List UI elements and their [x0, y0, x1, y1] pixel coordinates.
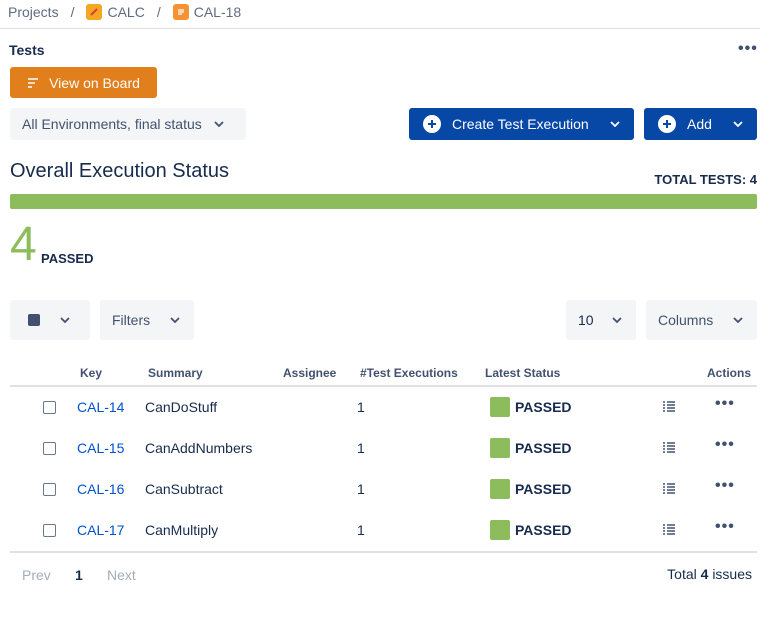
chevron-down-icon — [214, 121, 224, 127]
chevron-down-icon — [733, 121, 743, 127]
test-plan-issue-icon — [172, 4, 189, 20]
chevron-down-icon — [170, 317, 180, 323]
test-executions-count: 1 — [357, 522, 365, 538]
issue-key-link[interactable]: CAL-14 — [77, 399, 124, 415]
breadcrumb: Projects / CALC / CAL-18 — [8, 0, 241, 24]
section-title: Tests — [9, 42, 45, 58]
latest-status: PASSED — [515, 481, 572, 497]
more-actions-icon[interactable]: ••• — [738, 40, 758, 58]
issue-summary: CanDoStuff — [145, 399, 218, 415]
row-more-actions-icon[interactable]: ••• — [715, 518, 735, 536]
total-issues-label: Total 4 issues — [667, 566, 752, 582]
chevron-down-icon — [733, 317, 743, 323]
passed-progress-fill — [10, 194, 757, 209]
breadcrumb-project-link[interactable]: CALC — [107, 4, 144, 20]
chevron-down-icon — [60, 317, 70, 323]
issue-key-link[interactable]: CAL-15 — [77, 440, 124, 456]
page-size-value: 10 — [578, 312, 594, 328]
add-label: Add — [687, 116, 712, 132]
column-header-actions: Actions — [707, 366, 752, 380]
total-issues-count: 4 — [700, 566, 709, 582]
breadcrumb-separator: / — [70, 4, 75, 20]
plus-circle-icon — [658, 115, 676, 133]
breadcrumb-projects-link[interactable]: Projects — [8, 4, 59, 20]
bulk-select-dropdown[interactable] — [10, 300, 90, 340]
column-header-assignee[interactable]: Assignee — [283, 366, 336, 380]
test-runs-list-icon[interactable] — [663, 483, 675, 494]
columns-dropdown[interactable]: Columns — [646, 300, 757, 340]
row-more-actions-icon[interactable]: ••• — [715, 477, 735, 495]
filters-dropdown[interactable]: Filters — [100, 300, 194, 340]
table-row: CAL-15 CanAddNumbers 1 PASSED ••• — [10, 428, 757, 469]
issue-summary: CanAddNumbers — [145, 440, 253, 456]
passed-label: PASSED — [41, 251, 94, 266]
issue-summary: CanSubtract — [145, 481, 223, 497]
pagination-next-button[interactable]: Next — [107, 567, 136, 583]
test-runs-list-icon[interactable] — [663, 524, 675, 535]
row-checkbox[interactable] — [43, 524, 56, 537]
total-issues-prefix: Total — [667, 566, 697, 582]
row-checkbox[interactable] — [43, 442, 56, 455]
test-executions-count: 1 — [357, 440, 365, 456]
columns-label: Columns — [658, 312, 714, 328]
execution-status-bar[interactable] — [10, 194, 757, 209]
environment-filter-label: All Environments, final status — [22, 116, 202, 132]
status-color-swatch — [490, 438, 510, 458]
column-header-key[interactable]: Key — [80, 366, 102, 380]
filters-label: Filters — [112, 312, 151, 328]
project-avatar-icon — [86, 4, 103, 20]
column-header-latest-status[interactable]: Latest Status — [485, 366, 560, 380]
chevron-down-icon — [610, 121, 620, 127]
column-header-test-executions[interactable]: #Test Executions — [360, 366, 458, 380]
breadcrumb-issue-link[interactable]: CAL-18 — [194, 4, 241, 20]
total-issues-suffix: issues — [712, 566, 752, 582]
issue-key-link[interactable]: CAL-17 — [77, 522, 124, 538]
issue-key-link[interactable]: CAL-16 — [77, 481, 124, 497]
latest-status: PASSED — [515, 440, 572, 456]
table-footer-divider — [10, 551, 757, 553]
overall-execution-status-title: Overall Execution Status — [10, 160, 229, 182]
view-on-board-label: View on Board — [49, 74, 140, 91]
status-color-swatch — [490, 520, 510, 540]
view-on-board-button[interactable]: View on Board — [10, 67, 157, 98]
page-size-select[interactable]: 10 — [566, 300, 636, 340]
latest-status: PASSED — [515, 522, 572, 538]
breadcrumb-separator: / — [156, 4, 161, 20]
passed-count: 4 — [10, 218, 37, 271]
test-executions-count: 1 — [357, 399, 365, 415]
status-color-swatch — [490, 397, 510, 417]
create-test-execution-label: Create Test Execution — [452, 116, 589, 132]
column-header-summary[interactable]: Summary — [148, 366, 203, 380]
issue-summary: CanMultiply — [145, 522, 219, 538]
checkbox-icon — [28, 314, 40, 326]
test-executions-count: 1 — [357, 481, 365, 497]
header-divider — [0, 28, 760, 29]
create-test-execution-button[interactable]: Create Test Execution — [409, 108, 634, 140]
status-color-swatch — [490, 479, 510, 499]
add-button[interactable]: Add — [644, 108, 757, 140]
table-row: CAL-16 CanSubtract 1 PASSED ••• — [10, 469, 757, 510]
environment-filter-select[interactable]: All Environments, final status — [10, 108, 246, 140]
test-runs-list-icon[interactable] — [663, 442, 675, 453]
pagination-prev-button[interactable]: Prev — [22, 567, 51, 583]
chevron-down-icon — [612, 317, 622, 323]
test-runs-list-icon[interactable] — [663, 401, 675, 412]
table-row: CAL-14 CanDoStuff 1 PASSED ••• — [10, 387, 757, 428]
row-more-actions-icon[interactable]: ••• — [715, 395, 735, 413]
latest-status: PASSED — [515, 399, 572, 415]
table-row: CAL-17 CanMultiply 1 PASSED ••• — [10, 510, 757, 551]
plus-circle-icon — [423, 115, 441, 133]
board-icon — [27, 77, 39, 89]
pagination-current-page[interactable]: 1 — [75, 567, 83, 583]
row-more-actions-icon[interactable]: ••• — [715, 436, 735, 454]
row-checkbox[interactable] — [43, 401, 56, 414]
total-tests-label: TOTAL TESTS: 4 — [654, 172, 757, 187]
row-checkbox[interactable] — [43, 483, 56, 496]
